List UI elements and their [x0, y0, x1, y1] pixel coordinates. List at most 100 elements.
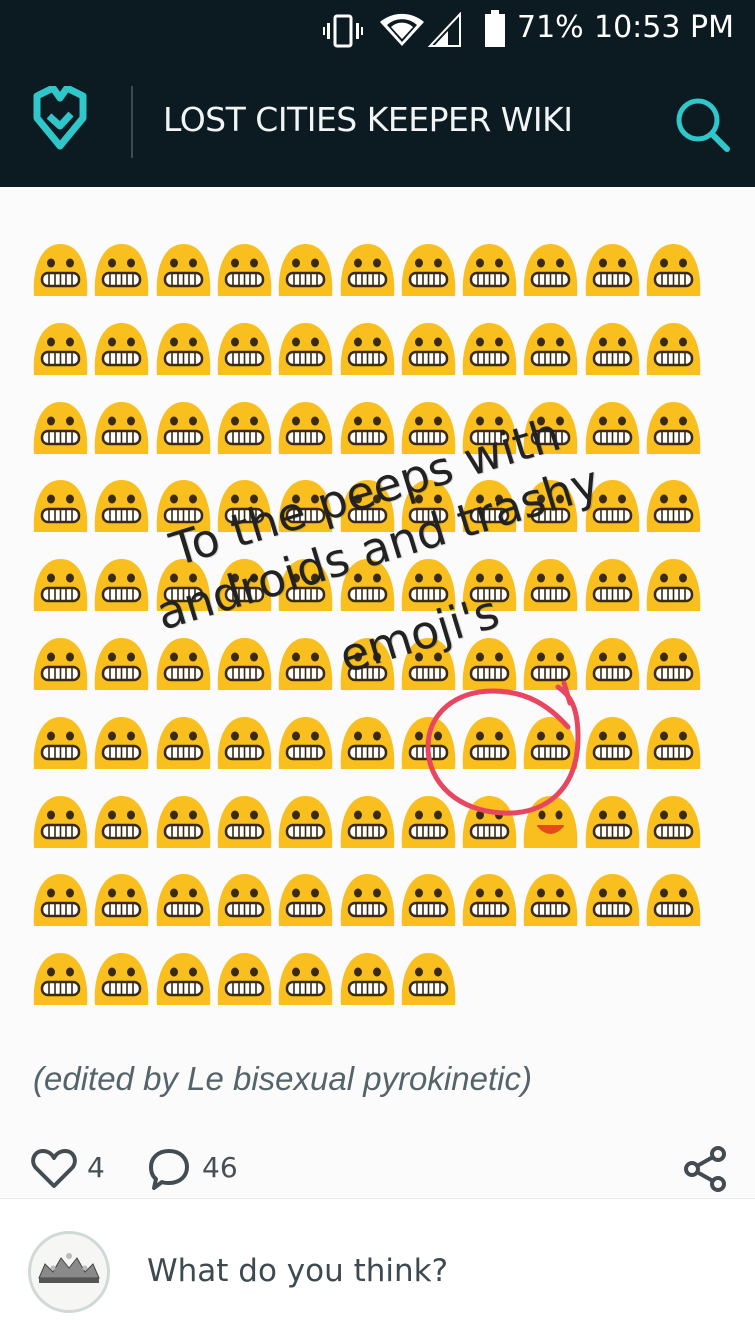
grinning-emoji-icon [214, 870, 275, 930]
status-bar: 71% 10:53 PM [0, 0, 755, 60]
grinning-emoji-icon [337, 398, 398, 458]
fandom-heart-logo-icon[interactable] [27, 86, 93, 156]
grinning-emoji-icon [214, 634, 275, 694]
grinning-emoji-icon [582, 792, 643, 852]
grinning-emoji-icon [582, 398, 643, 458]
grinning-emoji-icon [643, 634, 704, 694]
grinning-emoji-icon [91, 949, 152, 1009]
share-icon[interactable] [683, 1146, 727, 1192]
grinning-emoji-icon [91, 476, 152, 536]
grinning-emoji-icon [30, 949, 91, 1009]
grinning-emoji-icon [643, 398, 704, 458]
grinning-emoji-icon [214, 713, 275, 773]
grinning-emoji-icon [153, 713, 214, 773]
heart-icon[interactable] [31, 1148, 77, 1190]
edited-note: (edited by Le bisexual pyrokinetic) [33, 1060, 532, 1097]
grinning-emoji-icon [337, 240, 398, 300]
grinning-emoji-icon [398, 870, 459, 930]
grinning-emoji-icon [30, 398, 91, 458]
grinning-emoji-icon [459, 240, 520, 300]
grinning-emoji-icon [275, 319, 336, 379]
grinning-emoji-icon [337, 713, 398, 773]
grinning-emoji-icon [520, 870, 581, 930]
grinning-emoji-icon [153, 949, 214, 1009]
grinning-emoji-icon [91, 792, 152, 852]
grinning-emoji-icon [275, 949, 336, 1009]
signal-icon [428, 12, 461, 47]
grinning-emoji-icon [275, 634, 336, 694]
grinning-emoji-icon [153, 870, 214, 930]
grinning-emoji-icon [582, 555, 643, 615]
grinning-emoji-icon [643, 555, 704, 615]
grinning-emoji-icon [91, 713, 152, 773]
grinning-emoji-icon [30, 319, 91, 379]
wiki-title[interactable]: LOST CITIES KEEPER WIKI [163, 100, 573, 139]
grinning-emoji-icon [643, 713, 704, 773]
grinning-emoji-icon [91, 240, 152, 300]
grinning-emoji-icon [520, 240, 581, 300]
grinning-emoji-icon [30, 555, 91, 615]
grinning-emoji-icon [275, 713, 336, 773]
grinning-emoji-icon [337, 319, 398, 379]
grinning-emoji-icon [398, 240, 459, 300]
grinning-emoji-icon [153, 240, 214, 300]
grinning-emoji-icon [91, 870, 152, 930]
grinning-emoji-icon [582, 240, 643, 300]
grinning-emoji-icon [91, 634, 152, 694]
grinning-emoji-icon [214, 949, 275, 1009]
grinning-emoji-icon [30, 713, 91, 773]
grinning-emoji-icon [337, 792, 398, 852]
wifi-icon [380, 13, 424, 46]
clock: 10:53 PM [594, 10, 734, 45]
grinning-emoji-icon [153, 792, 214, 852]
battery-percent: 71% [517, 10, 584, 45]
grinning-emoji-icon [30, 634, 91, 694]
avatar[interactable] [28, 1231, 110, 1313]
grinning-emoji-icon [520, 555, 581, 615]
tiara-icon [38, 1253, 100, 1283]
post-actions: 4 46 [0, 1143, 755, 1198]
grinning-emoji-icon [275, 870, 336, 930]
grinning-emoji-icon [30, 240, 91, 300]
search-icon[interactable] [673, 95, 731, 153]
grinning-emoji-icon [91, 319, 152, 379]
grinning-emoji-icon [520, 319, 581, 379]
grinning-emoji-icon [214, 398, 275, 458]
vibrate-icon [323, 14, 363, 48]
grinning-emoji-icon [643, 792, 704, 852]
app-header: LOST CITIES KEEPER WIKI [0, 60, 755, 187]
grinning-emoji-icon [643, 240, 704, 300]
grinning-emoji-icon [643, 476, 704, 536]
grinning-emoji-icon [643, 319, 704, 379]
battery-icon [485, 10, 505, 47]
grinning-emoji-icon [153, 398, 214, 458]
grinning-emoji-icon [30, 792, 91, 852]
grinning-emoji-icon [582, 713, 643, 773]
grinning-emoji-icon [459, 319, 520, 379]
grinning-emoji-icon [91, 398, 152, 458]
grinning-emoji-icon [30, 476, 91, 536]
grinning-emoji-icon [275, 792, 336, 852]
grinning-emoji-icon [643, 870, 704, 930]
grinning-emoji-icon [337, 949, 398, 1009]
like-count[interactable]: 4 [87, 1151, 105, 1184]
comment-icon[interactable] [148, 1147, 190, 1191]
grinning-emoji-icon [275, 398, 336, 458]
grinning-emoji-icon [214, 319, 275, 379]
red-circle-annotation [425, 680, 581, 816]
comment-count[interactable]: 46 [202, 1151, 238, 1184]
comment-input[interactable]: What do you think? [147, 1253, 448, 1289]
comment-bar: What do you think? [0, 1198, 755, 1344]
grinning-emoji-icon [214, 240, 275, 300]
grinning-emoji-icon [582, 319, 643, 379]
grinning-emoji-icon [398, 319, 459, 379]
grinning-emoji-icon [91, 555, 152, 615]
grinning-emoji-icon [153, 319, 214, 379]
grinning-emoji-icon [582, 870, 643, 930]
grinning-emoji-icon [459, 870, 520, 930]
grinning-emoji-icon [214, 792, 275, 852]
grinning-emoji-icon [153, 634, 214, 694]
post-content: To the peeps with androids and trashy em… [0, 187, 755, 1197]
grinning-emoji-icon [275, 240, 336, 300]
grinning-emoji-icon [337, 870, 398, 930]
